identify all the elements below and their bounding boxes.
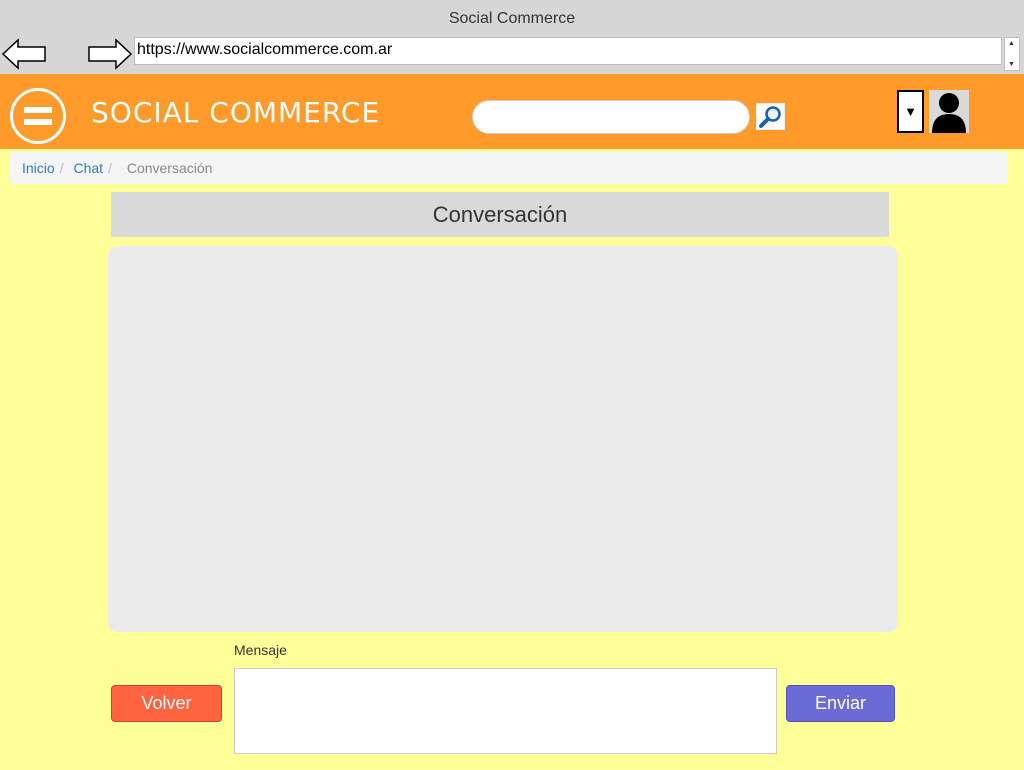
window-title: Social Commerce [448,10,576,27]
search-button[interactable] [756,103,785,130]
forward-arrow-icon[interactable] [88,38,132,70]
page-title: Conversación [111,192,889,237]
brand-title: SOCIAL COMMERCE [91,96,381,129]
message-label: Mensaje [234,642,287,658]
user-silhouette-icon [932,93,966,133]
user-dropdown-toggle[interactable]: ▼ [897,90,924,133]
browser-chrome: Social Commerce https://www.socialcommer… [0,0,1024,74]
search-input[interactable] [472,100,750,134]
breadcrumb-link-inicio[interactable]: Inicio [22,160,55,176]
hamburger-icon [24,107,52,113]
breadcrumb: Inicio / Chat / Conversación [10,152,1008,184]
user-avatar-icon[interactable] [929,90,969,133]
conversation-area[interactable] [108,246,898,632]
send-button[interactable]: Enviar [786,685,895,722]
address-bar-scrollbar[interactable]: ▲ ▼ [1004,37,1020,71]
breadcrumb-link-chat[interactable]: Chat [73,160,103,176]
hamburger-menu-button[interactable] [10,88,66,144]
breadcrumb-separator: / [59,160,64,176]
message-textarea[interactable] [234,668,777,754]
breadcrumb-separator: / [108,160,112,176]
address-bar[interactable]: https://www.socialcommerce.com.ar [134,37,1002,65]
scroll-down-icon[interactable]: ▼ [1008,61,1015,68]
scroll-up-icon[interactable]: ▲ [1008,40,1015,47]
app-header: SOCIAL COMMERCE ▼ [0,74,1024,149]
back-button[interactable]: Volver [111,685,222,722]
hamburger-icon-bar [24,119,52,125]
back-arrow-icon[interactable] [2,38,46,70]
breadcrumb-current: Conversación [126,160,213,176]
magnifier-icon [759,106,781,128]
